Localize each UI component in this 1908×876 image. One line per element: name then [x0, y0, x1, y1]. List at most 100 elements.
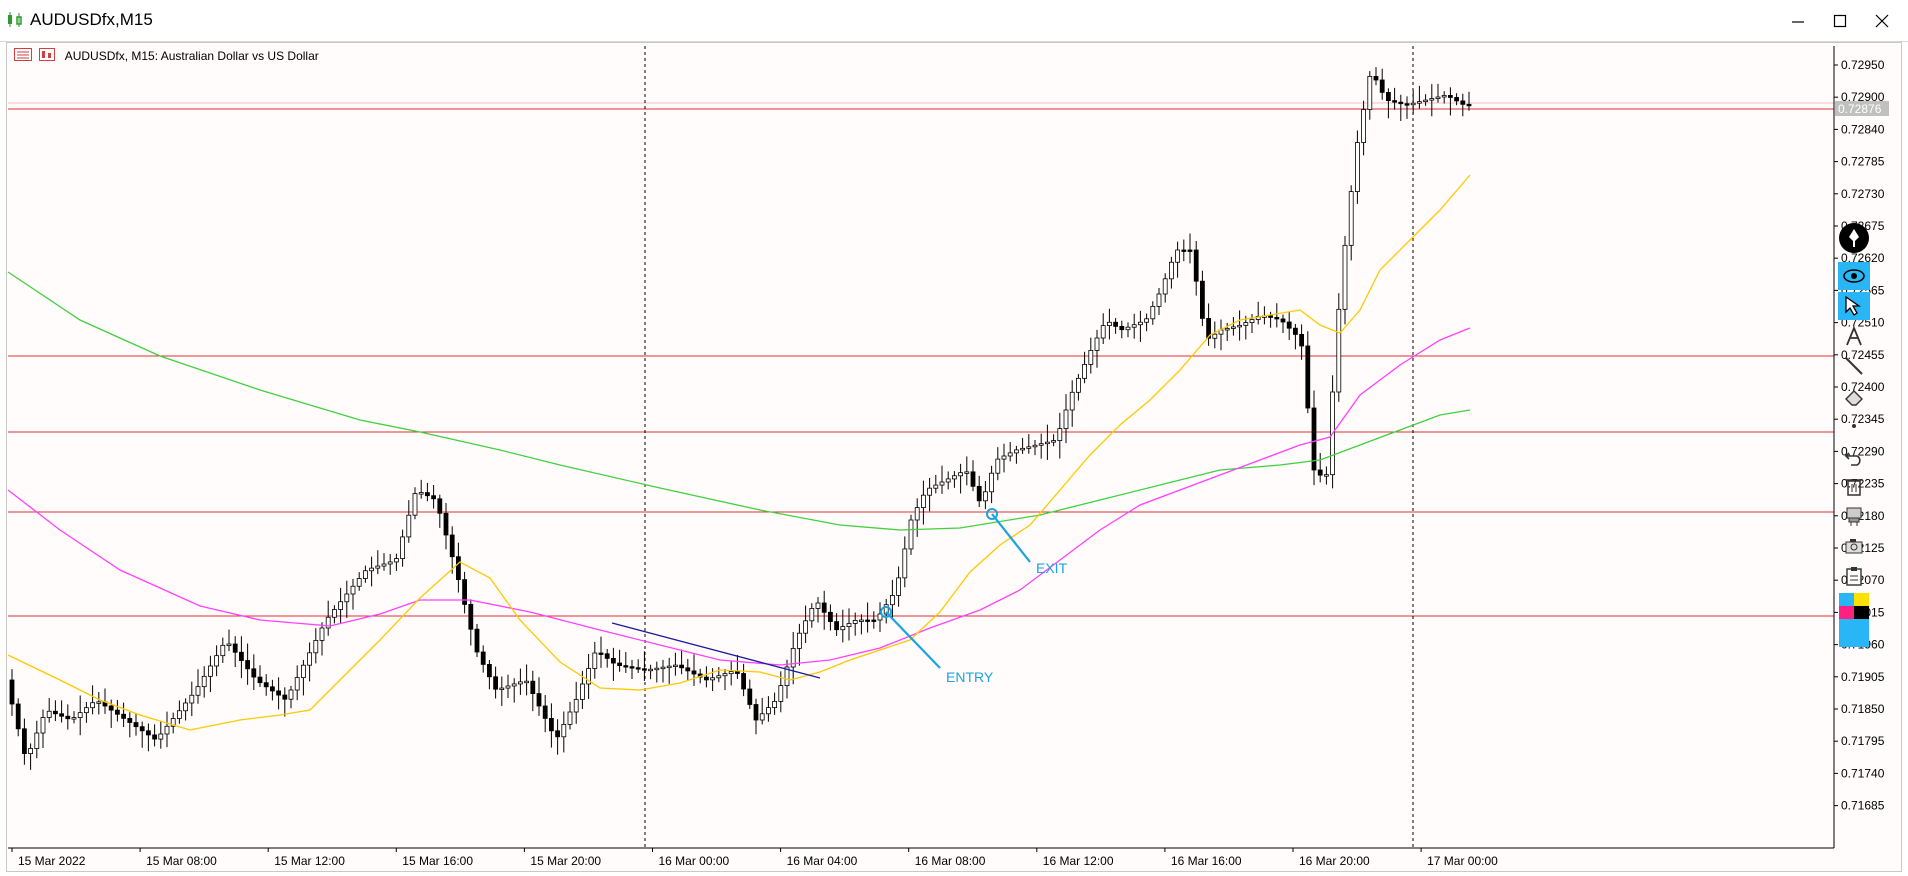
candle-body: [673, 664, 678, 667]
stamp-icon[interactable]: [1838, 502, 1870, 530]
candle-body: [1131, 324, 1137, 328]
time-tick-label: 17 Mar 00:00: [1427, 854, 1498, 868]
candle-body: [530, 680, 536, 695]
chart-symbol-info: AUDUSDfx, M15: Australian Dollar vs US D…: [64, 49, 319, 63]
line-icon[interactable]: [1838, 352, 1870, 380]
ma-fast-line: [7, 174, 1471, 731]
candle-body: [1231, 326, 1236, 329]
candle-body: [983, 491, 988, 502]
candle-body: [846, 623, 852, 627]
candle-body: [852, 620, 858, 624]
candle-body: [480, 651, 486, 665]
candle-body: [1162, 278, 1168, 295]
candle-body: [1076, 377, 1081, 393]
price-tick-label: 0.72840: [1841, 122, 1885, 136]
candle-body: [728, 671, 734, 675]
price-chart[interactable]: ENTRYEXIT 0.729500.729000.728400.727850.…: [0, 0, 1908, 876]
candle-body: [21, 728, 27, 754]
candle-body: [1324, 474, 1329, 477]
candle-body: [635, 667, 641, 670]
dot-icon[interactable]: [1838, 412, 1870, 440]
chart-bars-icon[interactable]: [39, 48, 56, 64]
candle-body: [1038, 443, 1044, 446]
trash-icon[interactable]: [1838, 472, 1870, 500]
color-palette-icon[interactable]: [1838, 592, 1870, 648]
candle-body: [865, 619, 870, 622]
candle-body: [902, 548, 908, 579]
candle-body: [90, 702, 95, 709]
clipboard-icon[interactable]: [1838, 562, 1870, 590]
candle-body: [127, 718, 133, 723]
candle-body: [1187, 249, 1193, 252]
candle-body: [158, 733, 164, 740]
candle-body: [921, 494, 926, 509]
candle-body: [704, 676, 709, 681]
candle-body: [71, 717, 77, 720]
candle-body: [976, 485, 982, 502]
candle-body: [455, 556, 461, 581]
candle-body: [666, 665, 672, 669]
candle-body: [1361, 109, 1366, 143]
candle-body: [710, 677, 715, 681]
exit-label: EXIT: [1036, 560, 1068, 576]
candle-body: [766, 707, 771, 715]
candle-body: [970, 471, 976, 487]
candle-body: [952, 475, 957, 480]
text-icon[interactable]: [1838, 322, 1870, 350]
candle-body: [115, 709, 120, 715]
time-tick-label: 16 Mar 00:00: [659, 854, 730, 868]
candle-body: [1138, 321, 1143, 326]
candle-body: [1224, 328, 1230, 331]
candle-body: [369, 567, 375, 572]
candle-body: [914, 507, 920, 521]
candle-body: [1348, 191, 1354, 246]
candle-body: [108, 705, 114, 711]
candle-body: [691, 670, 697, 675]
candle-body: [251, 668, 257, 678]
candle-body: [15, 703, 21, 730]
candle-body: [685, 667, 691, 672]
candle-body: [759, 713, 765, 721]
eye-icon[interactable]: [1838, 262, 1870, 290]
candle-body: [462, 579, 468, 605]
candle-body: [449, 534, 455, 558]
candle-body: [629, 666, 635, 669]
candle-body: [679, 664, 684, 669]
candle-body: [840, 626, 846, 631]
candle-body: [245, 660, 251, 670]
time-tick-label: 15 Mar 16:00: [402, 854, 473, 868]
candle-body: [362, 570, 368, 579]
candle-body: [1410, 102, 1416, 106]
candle-body: [617, 662, 622, 666]
candle-body: [1435, 96, 1441, 99]
candle-body: [220, 644, 226, 657]
candle-body: [400, 536, 406, 560]
candle-body: [1429, 98, 1435, 101]
candle-body: [1317, 469, 1323, 476]
candle-body: [424, 492, 430, 497]
candle-body: [96, 701, 102, 704]
candle-body: [232, 643, 238, 653]
cursor-icon[interactable]: [1838, 292, 1870, 320]
eraser-icon[interactable]: [1838, 382, 1870, 410]
candle-body: [1286, 321, 1292, 329]
candle-body: [152, 734, 158, 740]
candle-body: [1057, 428, 1063, 442]
candle-body: [989, 472, 994, 493]
candle-body: [9, 679, 15, 705]
undo-icon[interactable]: [1838, 442, 1870, 470]
candle-body: [356, 578, 362, 587]
candle-body: [1094, 337, 1100, 351]
candle-body: [555, 730, 560, 738]
chart-list-icon[interactable]: [14, 48, 32, 64]
candle-body: [859, 619, 864, 622]
candle-body: [1274, 316, 1280, 320]
candle-body: [1342, 244, 1348, 310]
candle-body: [747, 688, 753, 705]
candle-body: [1069, 391, 1075, 411]
candle-body: [995, 458, 1001, 474]
camera-icon[interactable]: [1838, 532, 1870, 560]
candle-body: [431, 495, 437, 500]
candle-body: [1249, 319, 1255, 323]
candle-body: [939, 481, 945, 486]
